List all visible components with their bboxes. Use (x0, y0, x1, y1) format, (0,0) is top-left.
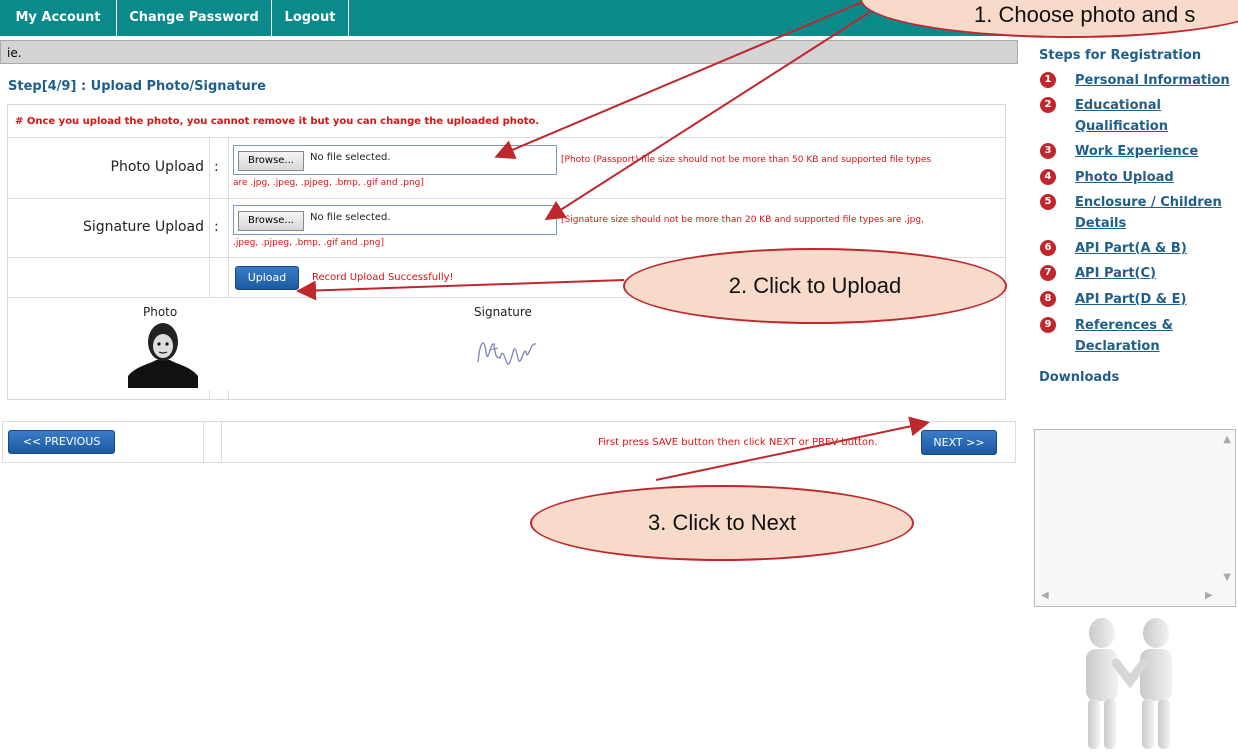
annotation-arrows (296, 1, 930, 481)
callout-step-3: 3. Click to Next (530, 485, 914, 561)
callout-step-2: 2. Click to Upload (623, 248, 1007, 324)
